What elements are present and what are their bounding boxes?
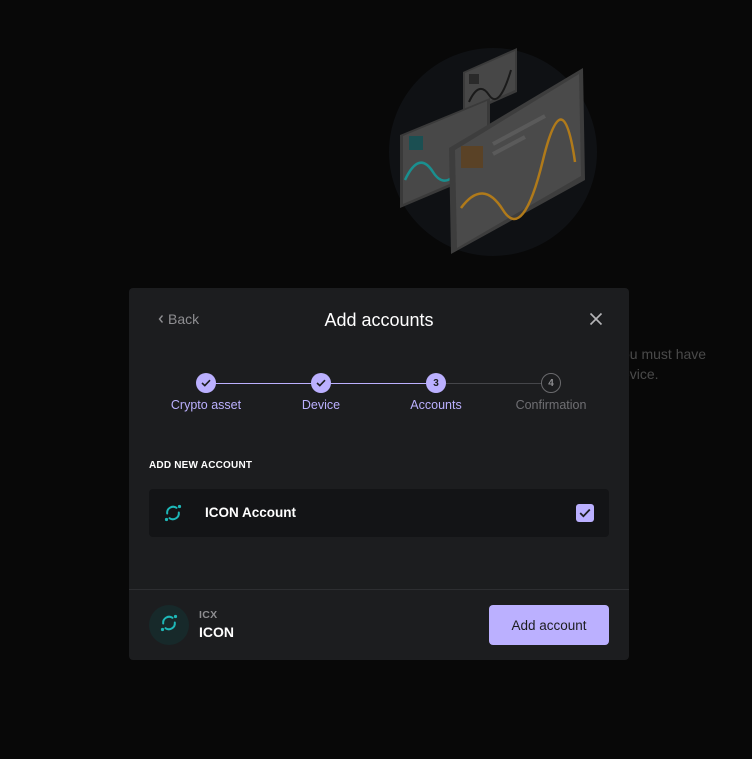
step-number: 4 [541,373,561,393]
step-label: Crypto asset [170,398,242,412]
currency-ticker: ICX [199,609,218,621]
check-icon [196,373,216,393]
check-icon [311,373,331,393]
account-checkbox[interactable] [576,504,594,522]
currency-name: ICON [199,624,234,640]
section-label-add-new-account: ADD NEW ACCOUNT [149,460,253,471]
step-confirmation: 4 Confirmation [496,373,606,412]
step-crypto-asset: Crypto asset [151,373,261,412]
icon-network-icon [163,503,183,523]
modal-footer: ICX ICON Add account [129,589,629,660]
currency-avatar [149,605,189,645]
modal-title: Add accounts [324,310,434,330]
close-icon [589,312,603,331]
step-label: Device [301,398,341,412]
step-accounts: 3 Accounts [381,373,491,412]
stepper: Crypto asset Device 3 Accounts 4 Confirm… [129,373,629,423]
step-number: 3 [426,373,446,393]
icon-network-icon [159,613,179,638]
step-device: Device [266,373,376,412]
account-row-icon-account[interactable]: ICON Account [149,489,609,537]
close-button[interactable] [585,310,607,332]
step-label: Accounts [410,398,462,412]
add-accounts-modal: Back Add accounts Crypto asset Device 3 … [129,288,629,660]
account-name: ICON Account [205,505,296,520]
background-text-line-1: ou must have [622,346,707,362]
device-illustration [385,40,605,260]
add-account-button[interactable]: Add account [489,605,609,645]
step-label: Confirmation [515,398,587,412]
